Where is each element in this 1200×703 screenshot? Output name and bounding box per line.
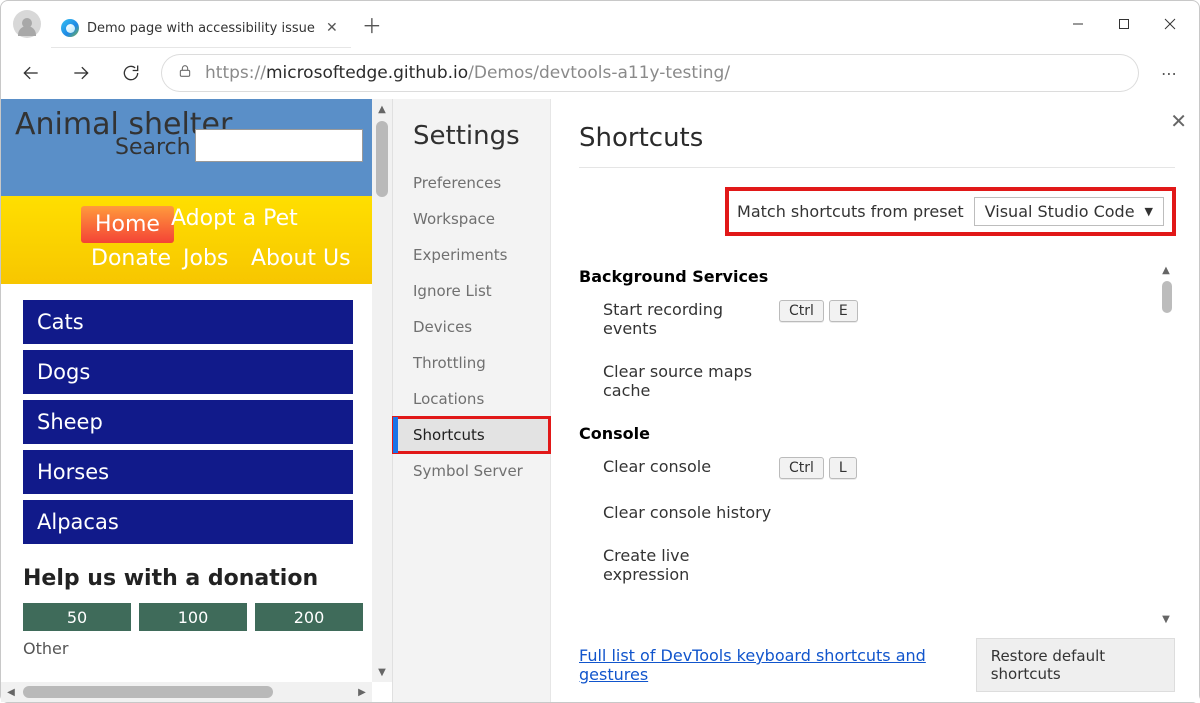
lock-icon xyxy=(177,63,193,83)
nav-home[interactable]: Home xyxy=(81,206,174,243)
scroll-up-arrow-icon[interactable]: ▲ xyxy=(1157,261,1175,279)
settings-item-devices[interactable]: Devices xyxy=(393,309,550,345)
settings-sidebar: Settings Preferences Workspace Experimen… xyxy=(393,99,551,702)
full-list-link[interactable]: Full list of DevTools keyboard shortcuts… xyxy=(579,646,956,684)
shortcut-label: Start recording events xyxy=(579,300,779,338)
address-bar[interactable]: https://microsoftedge.github.io/Demos/de… xyxy=(161,54,1139,92)
browser-menu-button[interactable]: ⋯ xyxy=(1149,53,1189,93)
url-text: https://microsoftedge.github.io/Demos/de… xyxy=(205,63,730,83)
profile-avatar[interactable] xyxy=(13,10,41,38)
shortcut-label: Clear console xyxy=(579,457,779,476)
url-scheme: https:// xyxy=(205,63,266,83)
settings-item-workspace[interactable]: Workspace xyxy=(393,201,550,237)
site-nav: Home Adopt a Pet Donate Jobs About Us xyxy=(1,196,373,284)
chevron-down-icon: ▼ xyxy=(1145,205,1153,218)
preset-select[interactable]: Visual Studio Code ▼ xyxy=(974,197,1164,226)
scroll-left-arrow-icon[interactable]: ◀ xyxy=(1,682,21,702)
shortcut-label: Clear source maps cache xyxy=(579,362,779,400)
key-badge: Ctrl xyxy=(779,457,824,479)
webpage-viewport: Animal shelter Search Home Adopt a Pet D… xyxy=(1,99,393,702)
search-input[interactable] xyxy=(195,129,363,162)
shortcut-row: Create live expression xyxy=(579,546,1175,584)
preset-label: Match shortcuts from preset xyxy=(737,202,964,221)
settings-item-experiments[interactable]: Experiments xyxy=(393,237,550,273)
scroll-thumb[interactable] xyxy=(376,121,388,197)
key-badge: L xyxy=(829,457,857,479)
devtools-panel: Settings Preferences Workspace Experimen… xyxy=(393,99,1199,702)
list-item[interactable]: Alpacas xyxy=(23,500,353,544)
settings-item-throttling[interactable]: Throttling xyxy=(393,345,550,381)
window-maximize-button[interactable] xyxy=(1101,4,1147,44)
settings-title: Settings xyxy=(393,121,550,165)
shortcut-row: Clear console Ctrl L xyxy=(579,457,1175,479)
shortcut-row: Start recording events Ctrl E xyxy=(579,300,1175,338)
list-item[interactable]: Cats xyxy=(23,300,353,344)
nav-jobs[interactable]: Jobs xyxy=(183,246,228,271)
donation-other-label: Other xyxy=(23,639,373,658)
settings-item-preferences[interactable]: Preferences xyxy=(393,165,550,201)
settings-item-ignore-list[interactable]: Ignore List xyxy=(393,273,550,309)
settings-item-locations[interactable]: Locations xyxy=(393,381,550,417)
nav-donate[interactable]: Donate xyxy=(91,246,171,271)
nav-about[interactable]: About Us xyxy=(251,246,351,271)
search-label: Search xyxy=(115,135,191,160)
url-host: microsoftedge.github.io xyxy=(266,63,468,83)
preset-value: Visual Studio Code xyxy=(985,202,1135,221)
scroll-thumb[interactable] xyxy=(23,686,273,698)
shortcuts-title: Shortcuts xyxy=(579,123,1175,168)
close-icon[interactable]: ✕ xyxy=(1170,109,1187,133)
scroll-right-arrow-icon[interactable]: ▶ xyxy=(352,682,372,702)
key-badge: Ctrl xyxy=(779,300,824,322)
browser-titlebar: Demo page with accessibility issue ✕ ＋ xyxy=(1,1,1199,47)
section-heading: Background Services xyxy=(579,267,1175,286)
nav-adopt[interactable]: Adopt a Pet xyxy=(171,206,298,231)
browser-tab[interactable]: Demo page with accessibility issue ✕ xyxy=(51,9,351,47)
settings-item-shortcuts[interactable]: Shortcuts xyxy=(393,417,550,453)
edge-favicon-icon xyxy=(61,19,79,37)
section-heading: Console xyxy=(579,424,1175,443)
key-badge: E xyxy=(829,300,858,322)
shortcut-row: Clear console history xyxy=(579,503,1175,522)
tab-title: Demo page with accessibility issue xyxy=(87,21,315,36)
site-header: Animal shelter Search xyxy=(1,99,373,196)
shortcut-label: Create live expression xyxy=(579,546,779,584)
scroll-up-arrow-icon[interactable]: ▲ xyxy=(378,99,386,119)
scroll-thumb[interactable] xyxy=(1162,281,1172,313)
window-close-button[interactable] xyxy=(1147,4,1193,44)
window-minimize-button[interactable] xyxy=(1055,4,1101,44)
settings-main: ✕ Shortcuts Match shortcuts from preset … xyxy=(551,99,1199,702)
preset-highlight: Match shortcuts from preset Visual Studi… xyxy=(726,188,1175,235)
shortcut-label: Clear console history xyxy=(579,503,779,522)
scroll-down-arrow-icon[interactable]: ▼ xyxy=(378,662,386,682)
shortcut-row: Clear source maps cache xyxy=(579,362,1175,400)
refresh-button[interactable] xyxy=(111,53,151,93)
shortcuts-list: Background Services Start recording even… xyxy=(579,261,1175,628)
new-tab-button[interactable]: ＋ xyxy=(355,7,389,41)
scroll-down-arrow-icon[interactable]: ▼ xyxy=(1157,610,1175,628)
forward-button[interactable] xyxy=(61,53,101,93)
tab-close-button[interactable]: ✕ xyxy=(323,19,341,37)
page-vertical-scrollbar[interactable]: ▲ ▼ xyxy=(372,99,392,682)
donation-button[interactable]: 200 xyxy=(255,603,363,631)
list-item[interactable]: Sheep xyxy=(23,400,353,444)
list-item[interactable]: Horses xyxy=(23,450,353,494)
restore-defaults-button[interactable]: Restore default shortcuts xyxy=(976,638,1175,692)
shortcuts-scrollbar[interactable]: ▲ ▼ xyxy=(1157,261,1175,628)
settings-item-symbol-server[interactable]: Symbol Server xyxy=(393,453,550,489)
donation-button[interactable]: 100 xyxy=(139,603,247,631)
browser-toolbar: https://microsoftedge.github.io/Demos/de… xyxy=(1,47,1199,99)
donation-heading: Help us with a donation xyxy=(23,566,373,591)
url-path: /Demos/devtools-a11y-testing/ xyxy=(468,63,730,83)
donation-button[interactable]: 50 xyxy=(23,603,131,631)
list-item[interactable]: Dogs xyxy=(23,350,353,394)
page-horizontal-scrollbar[interactable]: ◀ ▶ xyxy=(1,682,372,702)
back-button[interactable] xyxy=(11,53,51,93)
